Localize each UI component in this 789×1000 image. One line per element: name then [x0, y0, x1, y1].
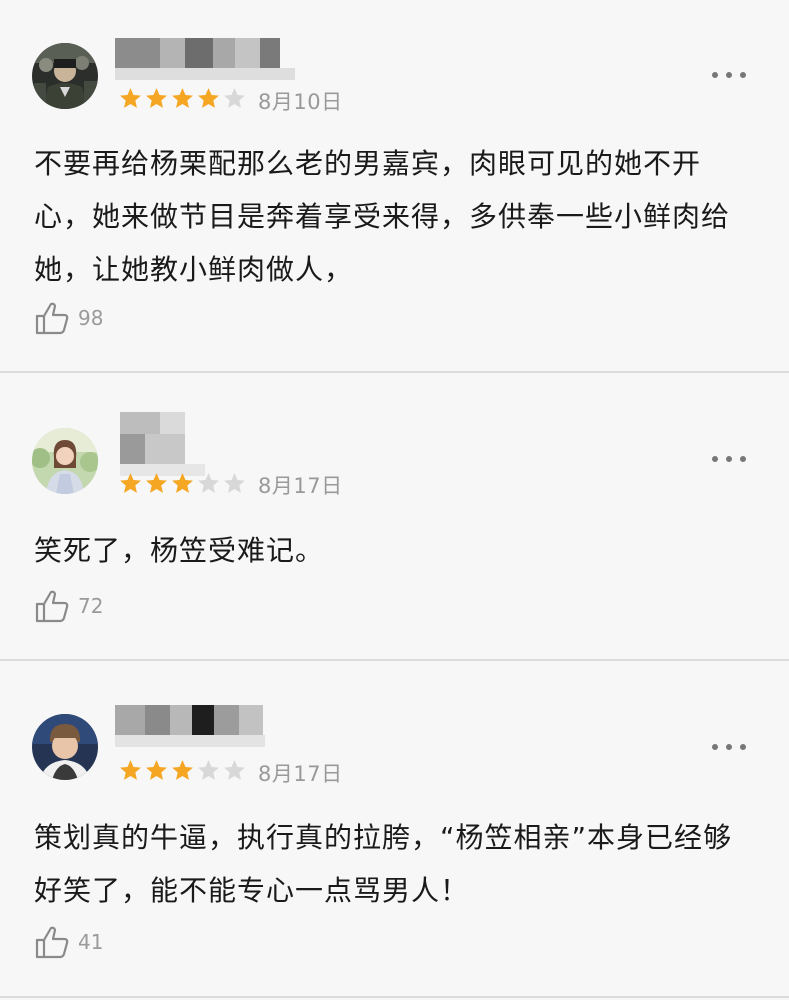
star-rating	[118, 471, 247, 497]
review-text: 不要再给杨栗配那么老的男嘉宾，肉眼可见的她不开心，她来做节目是奔着享受来得，多供…	[34, 147, 731, 286]
like-button[interactable]: 41	[34, 924, 103, 960]
divider	[0, 659, 789, 661]
like-count: 41	[78, 930, 104, 954]
like-count: 72	[78, 594, 104, 618]
star-icon	[224, 473, 245, 493]
review-card: 8月10日 不要再给杨栗配那么老的男嘉宾，肉眼可见的她不开心，她来做节目是奔着享…	[0, 0, 789, 372]
thumbs-up-icon	[35, 926, 69, 959]
star-icon	[198, 760, 219, 780]
star-icon	[224, 88, 245, 108]
like-count: 98	[78, 306, 104, 330]
star-icon	[146, 760, 167, 780]
star-rating	[118, 86, 247, 112]
more-dots-icon[interactable]	[712, 742, 746, 752]
star-icon	[172, 760, 193, 780]
star-rating	[118, 758, 247, 784]
review-card: 8月17日 笑死了，杨笠受难记。 72	[0, 374, 789, 660]
username-blurred	[115, 705, 265, 747]
star-icon	[146, 88, 167, 108]
thumbs-up-icon	[35, 302, 69, 335]
thumbs-up-icon	[35, 590, 69, 623]
review-date: 8月17日	[258, 474, 343, 498]
star-icon	[198, 473, 219, 493]
review-feed: 8月10日 不要再给杨栗配那么老的男嘉宾，肉眼可见的她不开心，她来做节目是奔着享…	[0, 0, 789, 1000]
like-button[interactable]: 98	[34, 300, 103, 336]
avatar[interactable]	[32, 714, 98, 780]
star-icon	[172, 88, 193, 108]
more-dots-icon[interactable]	[712, 454, 746, 464]
review-text: 笑死了，杨笠受难记。	[34, 534, 325, 567]
review-card: 8月17日 策划真的牛逼，执行真的拉胯，“杨笠相亲”本身已经够好笑了，能不能专心…	[0, 662, 789, 1000]
star-icon	[120, 88, 141, 108]
username-blurred	[115, 38, 295, 80]
star-icon	[120, 760, 141, 780]
divider	[0, 371, 789, 373]
avatar[interactable]	[32, 43, 98, 109]
more-dots-icon[interactable]	[712, 70, 746, 80]
star-icon	[172, 473, 193, 493]
review-date: 8月10日	[258, 90, 343, 114]
avatar[interactable]	[32, 428, 98, 494]
username-blurred	[115, 412, 205, 476]
divider	[0, 996, 789, 998]
star-icon	[224, 760, 245, 780]
like-button[interactable]: 72	[34, 588, 103, 624]
review-text: 策划真的牛逼，执行真的拉胯，“杨笠相亲”本身已经够好笑了，能不能专心一点骂男人！	[34, 821, 733, 907]
star-icon	[120, 473, 141, 493]
star-icon	[146, 473, 167, 493]
star-icon	[198, 88, 219, 108]
review-date: 8月17日	[258, 762, 343, 786]
